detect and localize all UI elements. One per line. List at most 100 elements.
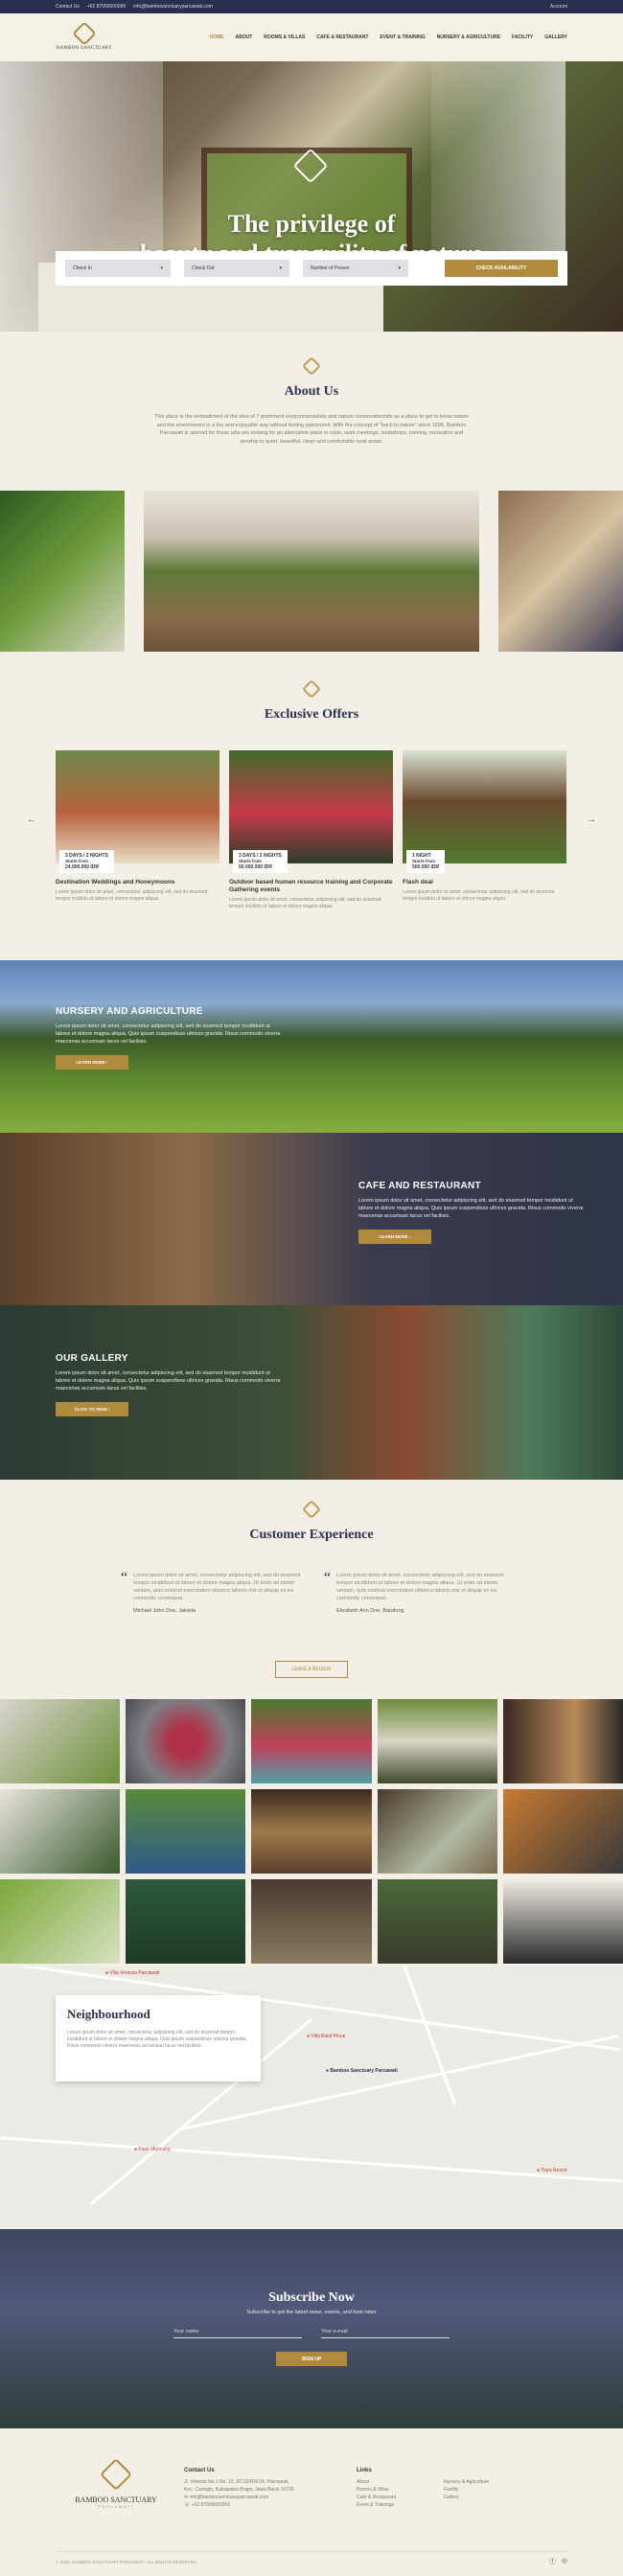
nursery-band: NURSERY AND AGRICULTURE Lorem ipsum dolo… <box>0 960 623 1133</box>
footer-address: Kec. Caringin, Kabupaten Bogor, Jawa Bar… <box>184 2487 294 2493</box>
footer-link[interactable]: Rooms & Villas <box>357 2486 396 2494</box>
offer-desc: Lorem ipsum dolor sit amet, consectetur … <box>229 897 381 909</box>
chevron-left-icon[interactable]: ← <box>27 815 36 825</box>
offer-card[interactable]: 3 DAYS / 2 NIGHTS Starts from 50.000.000 I… <box>229 750 393 910</box>
grid-photo[interactable] <box>377 1789 497 1874</box>
brand-logo[interactable]: BAMBOO SANCTUARY PARCAWATI <box>0 20 623 2442</box>
grid-photo[interactable] <box>0 1789 121 1874</box>
about-title: About Us <box>284 384 339 399</box>
gallery-title: OUR GALLERY <box>56 1353 128 1364</box>
food-image <box>0 491 125 652</box>
nav-item-about[interactable]: ABOUT <box>235 34 252 40</box>
grid-photo[interactable] <box>126 1879 246 1964</box>
contact-label[interactable]: Contact Us <box>56 4 80 10</box>
map-pin-icon[interactable]: ● Pasir Muncang <box>134 2147 171 2152</box>
check-out-select[interactable]: Check Out ▾ <box>184 260 289 277</box>
map-pin-icon[interactable]: ● Bamboo Sanctuary Parcawati <box>326 2068 398 2074</box>
map-pin-icon[interactable]: ● Villa Bukit Pinus <box>307 2034 345 2039</box>
nav-item-home[interactable]: HOME <box>209 34 223 40</box>
about-section: About Us This place is the embodiment of… <box>0 356 623 446</box>
offer-card[interactable]: 1 NIGHT Starts from 500.000 IDR Flash deal… <box>403 750 566 910</box>
gallery-band: OUR GALLERY Lorem ipsum dolor sit amet, … <box>0 1305 623 1480</box>
email-input[interactable]: Your e-mail <box>321 2329 450 2338</box>
footer-email[interactable]: ✉ info@bambooanctuaryparcawati.com <box>184 2494 294 2501</box>
nav-item-nursery[interactable]: NURSERY & AGRICULTURE <box>437 34 500 40</box>
footer-contact-title: Contact Us <box>184 2468 215 2473</box>
grid-photo[interactable] <box>502 1789 623 1874</box>
grid-photo[interactable] <box>126 1699 246 1783</box>
subscribe-text: Subscribe to get the latest news, events… <box>246 2310 377 2315</box>
grid-photo[interactable] <box>0 1699 121 1783</box>
brand-name: BAMBOO SANCTUARY <box>56 45 113 51</box>
offer-card[interactable]: 3 DAYS / 2 NIGHTS Starts from 24.000.000 I… <box>56 750 219 910</box>
persons-select[interactable]: Number of Person ▾ <box>303 260 408 277</box>
footer-link[interactable]: Gallery <box>444 2494 489 2501</box>
cafe-band: CAFE AND RESTAURANT Lorem ipsum dolor si… <box>0 1133 623 1305</box>
grid-photo[interactable] <box>502 1879 623 1964</box>
footer-divider <box>56 2551 567 2552</box>
cafe-content: CAFE AND RESTAURANT Lorem ipsum dolor si… <box>358 1181 588 1244</box>
photo-grid <box>0 1699 623 1964</box>
check-in-select[interactable]: Check In ▾ <box>65 260 171 277</box>
about-text: This place is the embodiment of the idea… <box>153 414 470 445</box>
chevron-down-icon: ▾ <box>160 265 163 271</box>
grid-photo[interactable] <box>251 1879 372 1964</box>
grid-photo[interactable] <box>0 1879 121 1964</box>
grid-photo[interactable] <box>251 1789 372 1874</box>
offer-title[interactable]: Flash deal <box>403 879 566 886</box>
footer-links: Links About Rooms & Villas Cafe & Restau… <box>357 2467 396 2509</box>
gallery-view-button[interactable]: CLICK TO VIEW › <box>56 1402 128 1416</box>
instagram-icon[interactable]: ◎ <box>562 2557 567 2566</box>
footer-link[interactable]: Nursery & Agriculture <box>444 2478 489 2486</box>
grid-photo[interactable] <box>377 1699 497 1783</box>
nav-item-gallery[interactable]: GALLERY <box>544 34 567 40</box>
grid-photo[interactable] <box>502 1699 623 1783</box>
offer-title[interactable]: Destination Weddings and Honeymoons <box>56 879 219 886</box>
footer-link[interactable]: Cafe & Restaurant <box>357 2494 396 2501</box>
sign-up-button[interactable]: SIGN UP <box>276 2352 347 2366</box>
grid-photo[interactable] <box>126 1789 246 1874</box>
email-text[interactable]: info@bambooanctuaryparcawati.com <box>133 4 213 10</box>
testimonial-text: Lorem ipsum dolor sit amet, consectetur … <box>133 1573 301 1601</box>
footer-link[interactable]: Event & Trainings <box>357 2501 396 2509</box>
name-input[interactable]: Your name <box>173 2329 302 2338</box>
nursery-content: NURSERY AND AGRICULTURE Lorem ipsum dolo… <box>56 1006 286 1070</box>
copyright: © 2020, BAMBOO SANCTUARY PARCAWATI. ALL … <box>56 2560 198 2564</box>
leave-review-button[interactable]: LEAVE A REVIEW <box>275 1661 348 1678</box>
footer-link[interactable]: Facility <box>444 2486 489 2494</box>
nav-item-cafe[interactable]: CAFE & RESTAURANT <box>316 34 368 40</box>
offers-cards: 3 DAYS / 2 NIGHTS Starts from 24.000.000 I… <box>56 750 567 910</box>
footer-phone[interactable]: ☏ +62 87000000000 <box>184 2501 294 2509</box>
chevron-right-icon[interactable]: → <box>587 815 596 825</box>
subscribe-inputs: Your name Your e-mail <box>0 2329 623 2338</box>
offer-title[interactable]: Outdoor based human resource training an… <box>229 879 393 894</box>
nav-item-event[interactable]: EVENT & TRAINING <box>380 34 425 40</box>
spa-image <box>498 491 623 652</box>
phone-text[interactable]: +62 87000000000 <box>87 4 126 10</box>
grid-photo[interactable] <box>251 1699 372 1783</box>
footer-link[interactable]: About <box>357 2478 396 2486</box>
nav-item-facility[interactable]: FACILITY <box>512 34 533 40</box>
check-availability-button[interactable]: CHECK AVAILABILITY <box>445 260 558 277</box>
facebook-icon[interactable]: ⓕ <box>549 2557 556 2566</box>
cafe-learn-more-button[interactable]: LEARN MORE › <box>358 1230 431 1244</box>
testimonial: “ Lorem ipsum dolor sit amet, consectetu… <box>121 1571 301 1615</box>
offers-section: Exclusive Offers <box>0 679 623 723</box>
account-link[interactable]: Account <box>550 4 567 10</box>
neighbourhood-title: Neighbourhood <box>67 2007 150 2021</box>
main-nav: BAMBOO SANCTUARY PARCAWATI HOME ABOUT RO… <box>0 13 623 2442</box>
logo-mark-icon <box>100 2458 132 2491</box>
cafe-text: Lorem ipsum dolor sit amet, consectetur … <box>358 1198 584 1219</box>
offers-title: Exclusive Offers <box>264 707 359 722</box>
footer-brand-sub: PARCAWATI <box>98 2504 134 2509</box>
nursery-learn-more-button[interactable]: LEARN MORE › <box>56 1055 128 1070</box>
map-road <box>0 2136 623 2183</box>
map-pin-icon[interactable]: ● Tiara Resort <box>537 2168 567 2174</box>
offer-image: 3 DAYS / 2 NIGHTS Starts from 50.000.000 I… <box>229 750 393 873</box>
map-pin-icon[interactable]: ● Villa Venezia Parcawati <box>105 1970 159 1976</box>
grid-photo[interactable] <box>377 1879 497 1964</box>
footer-logo[interactable]: BAMBOO SANCTUARY PARCAWATI <box>73 2458 159 2509</box>
gallery-content: OUR GALLERY Lorem ipsum dolor sit amet, … <box>56 1353 286 1416</box>
testimonial-text: Lorem ipsum dolor sit amet, consectetur … <box>336 1573 504 1601</box>
nav-item-rooms[interactable]: ROOMS & VILLAS <box>264 34 305 40</box>
